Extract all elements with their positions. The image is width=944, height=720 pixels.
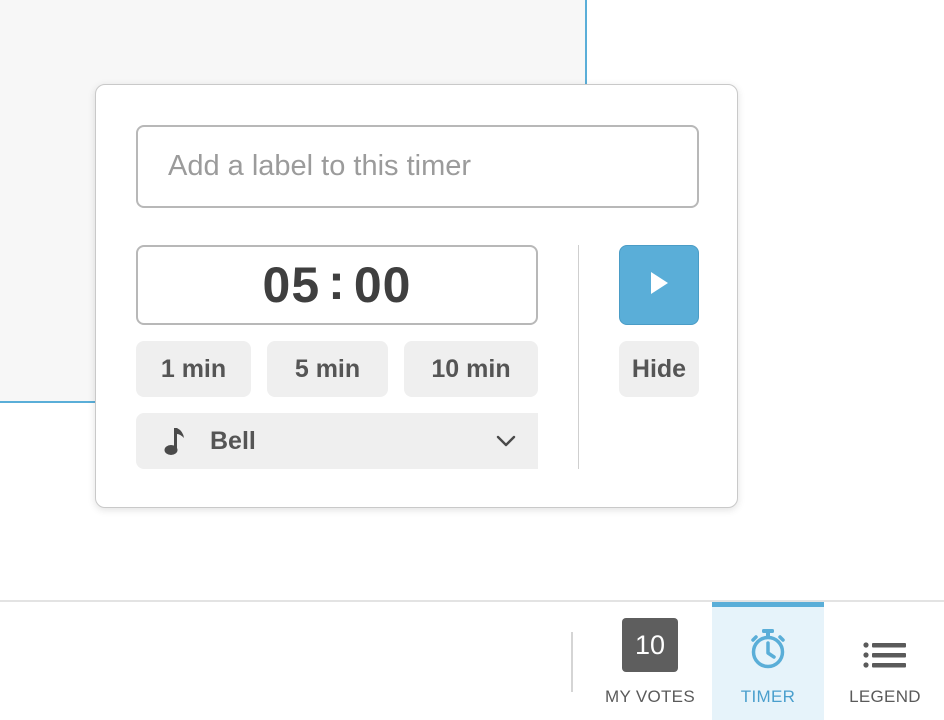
toolbar-divider [571,632,573,692]
start-timer-button[interactable] [619,245,699,325]
timer-label-input[interactable] [136,125,699,208]
timer-separator: : [328,254,346,310]
preset-label: 5 min [294,354,361,383]
list-icon [863,642,907,673]
legend-label: LEGEND [849,687,921,706]
vertical-divider [578,245,579,469]
my-votes-label: MY VOTES [605,687,695,706]
active-tab-indicator [712,602,824,607]
legend-button[interactable]: LEGEND [830,602,940,720]
app-stage: 05 : 00 1 min 5 min 10 min Bell [0,0,944,720]
preset-label: 1 min [160,354,227,383]
sound-select-value: Bell [210,426,256,455]
hide-timer-button[interactable]: Hide [619,341,699,397]
play-icon [648,270,670,301]
preset-1-min-button[interactable]: 1 min [136,341,251,397]
timer-popup: 05 : 00 1 min 5 min 10 min Bell [95,84,738,508]
my-votes-button[interactable]: 10 MY VOTES [595,602,705,720]
bottom-toolbar: 10 MY VOTES TIMER LEGEND [0,600,944,720]
timer-time-display[interactable]: 05 : 00 [136,245,538,325]
timer-minutes: 05 [262,257,321,313]
timer-seconds: 00 [353,257,412,313]
preset-5-min-button[interactable]: 5 min [267,341,388,397]
preset-label: 10 min [431,354,511,383]
music-note-icon [144,426,204,456]
votes-count-badge: 10 [622,618,678,672]
timer-tab-label: TIMER [740,687,796,706]
chevron-down-icon [486,435,526,447]
sound-select[interactable]: Bell [136,413,538,469]
preset-10-min-button[interactable]: 10 min [404,341,538,397]
stopwatch-icon [749,628,787,675]
hide-label: Hide [631,354,687,383]
timer-tab-button[interactable]: TIMER [712,602,824,720]
